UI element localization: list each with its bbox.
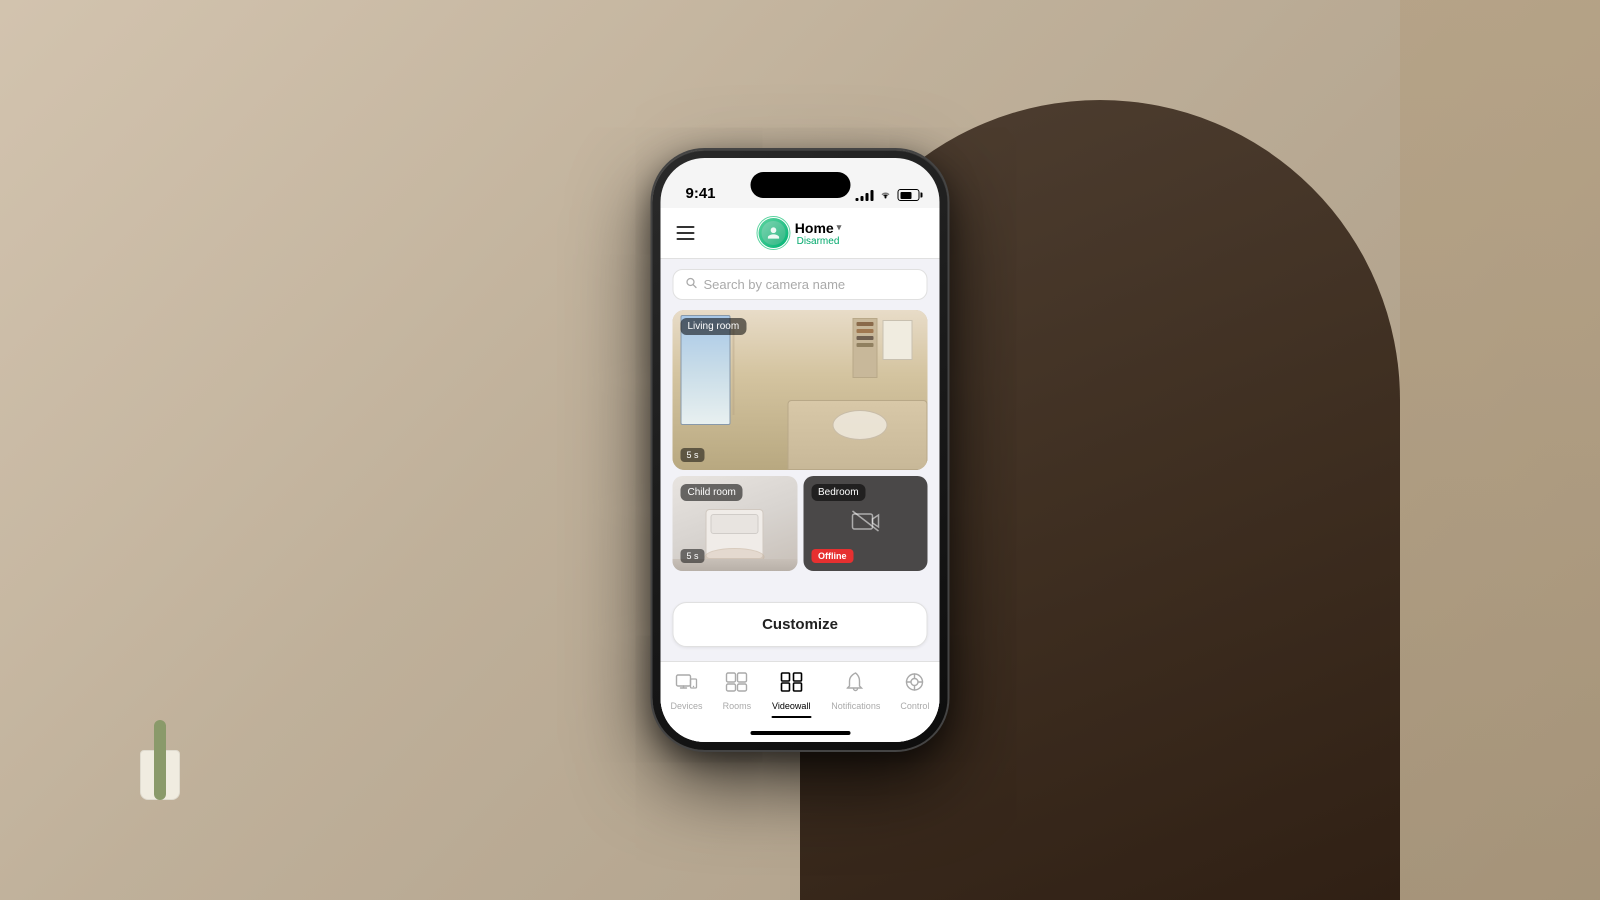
search-container: Search by camera name bbox=[661, 259, 940, 310]
lr-coffee-table bbox=[833, 410, 888, 440]
living-room-timer: 5 s bbox=[681, 448, 705, 462]
videowall-active-indicator bbox=[780, 672, 802, 698]
camera-grid: Living room 5 s bbox=[661, 310, 940, 592]
search-placeholder-text: Search by camera name bbox=[704, 277, 846, 292]
living-room-label: Living room bbox=[681, 318, 747, 335]
dynamic-island bbox=[750, 172, 850, 198]
decorative-plant bbox=[100, 600, 220, 800]
videowall-icon bbox=[780, 675, 802, 697]
disarmed-badge: Disarmed bbox=[797, 236, 840, 247]
bedroom-camera[interactable]: Bedroom Offline bbox=[803, 476, 928, 571]
rooms-icon bbox=[726, 672, 748, 698]
notifications-icon bbox=[847, 672, 865, 698]
decorative-curtain bbox=[1400, 0, 1600, 900]
nav-item-control[interactable]: Control bbox=[892, 670, 937, 720]
devices-nav-label: Devices bbox=[671, 701, 703, 711]
living-room-camera[interactable]: Living room 5 s bbox=[673, 310, 928, 470]
wifi-icon bbox=[879, 188, 893, 202]
home-title-area: Home ▾ Disarmed bbox=[759, 218, 841, 248]
customize-button[interactable]: Customize bbox=[673, 602, 928, 647]
control-nav-label: Control bbox=[900, 701, 929, 711]
nav-item-videowall[interactable]: Videowall bbox=[763, 670, 819, 720]
phone-screen: 9:41 bbox=[661, 158, 940, 742]
bottom-navigation: Devices Rooms bbox=[661, 661, 940, 724]
search-icon bbox=[686, 277, 698, 292]
notifications-nav-label: Notifications bbox=[831, 701, 880, 711]
customize-section: Customize bbox=[661, 592, 940, 661]
videowall-active-line bbox=[771, 716, 811, 718]
videowall-nav-label: Videowall bbox=[772, 701, 810, 711]
nav-item-notifications[interactable]: Notifications bbox=[823, 670, 888, 720]
phone-device: 9:41 bbox=[653, 150, 948, 750]
nav-item-devices[interactable]: Devices bbox=[663, 670, 711, 720]
status-time: 9:41 bbox=[681, 185, 716, 202]
camera-off-icon bbox=[850, 509, 880, 539]
signal-bars-icon bbox=[856, 189, 874, 201]
lr-bookshelf bbox=[853, 318, 878, 378]
battery-icon bbox=[898, 189, 920, 201]
nav-item-rooms[interactable]: Rooms bbox=[715, 670, 760, 720]
phone-shell: 9:41 bbox=[653, 150, 948, 750]
home-text-group: Home ▾ Disarmed bbox=[795, 220, 841, 247]
rooms-nav-label: Rooms bbox=[723, 701, 752, 711]
child-room-timer: 5 s bbox=[681, 549, 705, 563]
camera-row-bottom: Child room 5 s bbox=[673, 476, 928, 571]
lr-lamp-post bbox=[733, 325, 735, 415]
control-icon bbox=[904, 672, 926, 698]
app-content: Home ▾ Disarmed bbox=[661, 208, 940, 742]
child-room-camera[interactable]: Child room 5 s bbox=[673, 476, 798, 571]
home-indicator-bar bbox=[750, 731, 850, 735]
child-room-label: Child room bbox=[681, 484, 743, 501]
bedroom-label: Bedroom bbox=[811, 484, 866, 501]
home-dropdown-chevron: ▾ bbox=[837, 222, 842, 233]
lr-painting bbox=[883, 320, 913, 360]
home-avatar bbox=[759, 218, 789, 248]
menu-button[interactable] bbox=[677, 226, 695, 240]
offline-badge: Offline bbox=[811, 549, 854, 563]
app-header: Home ▾ Disarmed bbox=[661, 208, 940, 259]
home-name-row[interactable]: Home ▾ bbox=[795, 220, 841, 236]
status-icons bbox=[856, 188, 920, 202]
home-name-label: Home bbox=[795, 220, 834, 236]
devices-icon bbox=[676, 672, 698, 698]
home-indicator bbox=[661, 724, 940, 742]
search-bar[interactable]: Search by camera name bbox=[673, 269, 928, 300]
